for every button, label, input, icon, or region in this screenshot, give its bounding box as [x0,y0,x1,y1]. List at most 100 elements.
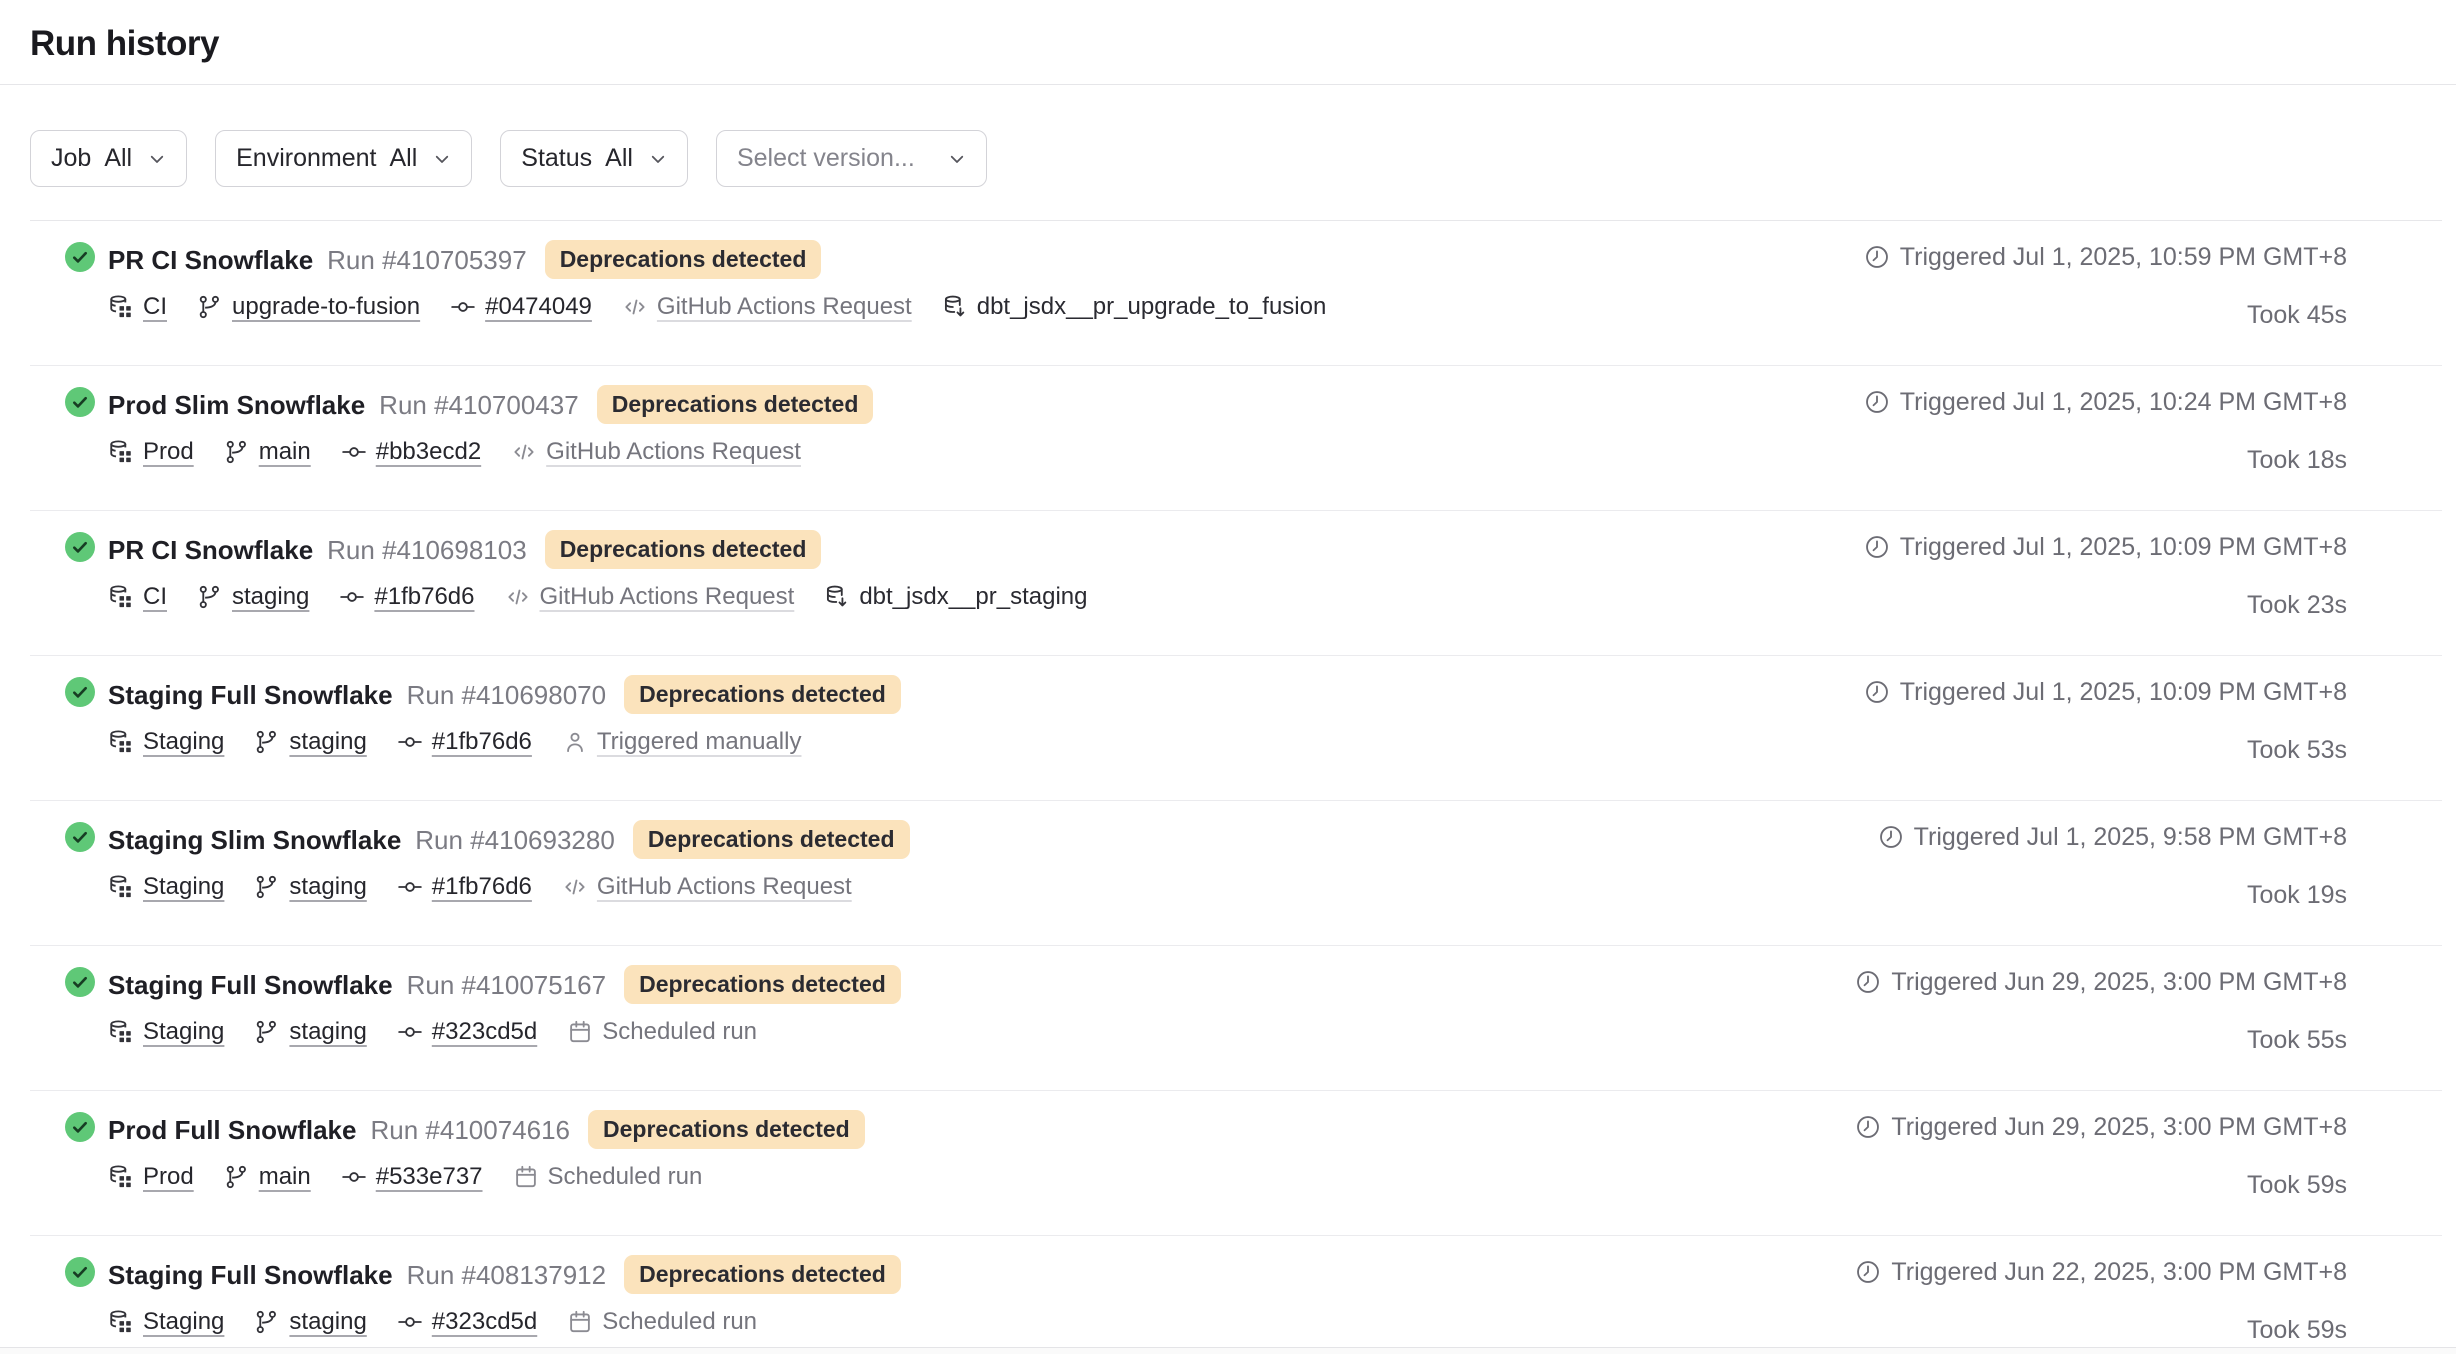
calendar-icon [567,1309,593,1335]
run-number: Run #410074616 [370,1113,570,1147]
duration: Took 59s [2247,1315,2347,1345]
chevron-down-icon [649,150,667,168]
environment-icon [108,294,134,320]
environment-icon [108,1019,134,1045]
environment-icon [108,874,134,900]
environment-icon [108,1164,134,1190]
clock-icon [1855,1259,1881,1285]
branch-link[interactable]: staging [289,727,366,757]
run-row: Staging Slim Snowflake Run #410693280 De… [30,801,2442,946]
duration: Took 19s [2247,880,2347,910]
page-header: Run history [0,0,2456,85]
clock-icon [1855,1114,1881,1140]
environment-link[interactable]: Staging [143,872,224,902]
environment-link[interactable]: Staging [143,727,224,757]
branch-link[interactable]: upgrade-to-fusion [232,292,420,322]
environment-link[interactable]: Prod [143,1162,194,1192]
person-icon [562,729,588,755]
deprecations-badge: Deprecations detected [545,240,822,279]
code-icon [505,584,531,610]
filter-value: All [605,144,633,173]
filter-environment[interactable]: Environment All [215,130,472,187]
commit-icon [450,294,476,320]
clock-icon [1864,244,1890,270]
environment-link[interactable]: Prod [143,437,194,467]
deprecations-badge: Deprecations detected [624,675,901,714]
commit-icon [397,1019,423,1045]
job-name-link[interactable]: Staging Full Snowflake [108,678,393,712]
run-row: Prod Full Snowflake Run #410074616 Depre… [30,1091,2442,1236]
branch-icon [254,729,280,755]
commit-link[interactable]: #1fb76d6 [432,872,532,902]
filter-job[interactable]: Job All [30,130,187,187]
calendar-icon [567,1019,593,1045]
environment-link[interactable]: CI [143,582,167,612]
commit-link[interactable]: #323cd5d [432,1307,537,1337]
trigger-label: Scheduled run [548,1162,703,1192]
job-name-link[interactable]: Prod Slim Snowflake [108,388,365,422]
schema-name: dbt_jsdx__pr_upgrade_to_fusion [977,292,1327,322]
code-icon [511,439,537,465]
filter-status[interactable]: Status All [500,130,688,187]
filter-label: Job [51,144,91,173]
branch-icon [254,1019,280,1045]
check-circle-icon [65,532,95,562]
commit-icon [397,729,423,755]
branch-link[interactable]: staging [289,1017,366,1047]
job-name-link[interactable]: PR CI Snowflake [108,243,313,277]
clock-icon [1864,679,1890,705]
environment-icon [108,439,134,465]
trigger-label[interactable]: Triggered manually [597,727,802,757]
job-name-link[interactable]: Staging Full Snowflake [108,1258,393,1292]
triggered-at: Triggered Jul 1, 2025, 10:09 PM GMT+8 [1900,675,2347,709]
commit-icon [397,1309,423,1335]
job-name-link[interactable]: Staging Slim Snowflake [108,823,401,857]
chevron-down-icon [148,150,166,168]
run-number: Run #410700437 [379,388,579,422]
job-name-link[interactable]: PR CI Snowflake [108,533,313,567]
trigger-label[interactable]: GitHub Actions Request [657,292,912,322]
environment-icon [108,729,134,755]
clock-icon [1864,389,1890,415]
deprecations-badge: Deprecations detected [633,820,910,859]
commit-link[interactable]: #bb3ecd2 [376,437,481,467]
filter-value: All [389,144,417,173]
trigger-label[interactable]: GitHub Actions Request [540,582,795,612]
commit-link[interactable]: #533e737 [376,1162,483,1192]
schema-item: dbt_jsdx__pr_staging [824,582,1087,612]
environment-link[interactable]: CI [143,292,167,322]
filter-version[interactable]: Select version... [716,130,987,187]
calendar-icon [513,1164,539,1190]
run-row: PR CI Snowflake Run #410698103 Deprecati… [30,511,2442,656]
trigger-label[interactable]: GitHub Actions Request [597,872,852,902]
branch-link[interactable]: main [259,437,311,467]
commit-link[interactable]: #323cd5d [432,1017,537,1047]
branch-icon [197,294,223,320]
job-name-link[interactable]: Staging Full Snowflake [108,968,393,1002]
environment-link[interactable]: Staging [143,1307,224,1337]
check-circle-icon [65,1112,95,1142]
duration: Took 45s [2247,300,2347,330]
job-name-link[interactable]: Prod Full Snowflake [108,1113,356,1147]
branch-link[interactable]: staging [232,582,309,612]
triggered-at: Triggered Jul 1, 2025, 10:24 PM GMT+8 [1900,385,2347,419]
run-number: Run #410693280 [415,823,615,857]
triggered-at: Triggered Jul 1, 2025, 9:58 PM GMT+8 [1914,820,2347,854]
run-row: Prod Slim Snowflake Run #410700437 Depre… [30,366,2442,511]
check-circle-icon [65,967,95,997]
run-number: Run #410698070 [407,678,607,712]
commit-link[interactable]: #1fb76d6 [374,582,474,612]
commit-link[interactable]: #1fb76d6 [432,727,532,757]
schema-item: dbt_jsdx__pr_upgrade_to_fusion [942,292,1327,322]
branch-link[interactable]: staging [289,872,366,902]
check-circle-icon [65,1257,95,1287]
trigger-label[interactable]: GitHub Actions Request [546,437,801,467]
branch-link[interactable]: main [259,1162,311,1192]
deprecations-badge: Deprecations detected [624,965,901,1004]
branch-link[interactable]: staging [289,1307,366,1337]
schema-database-icon [942,294,968,320]
environment-link[interactable]: Staging [143,1017,224,1047]
commit-link[interactable]: #0474049 [485,292,592,322]
code-icon [622,294,648,320]
triggered-at: Triggered Jul 1, 2025, 10:59 PM GMT+8 [1900,240,2347,274]
